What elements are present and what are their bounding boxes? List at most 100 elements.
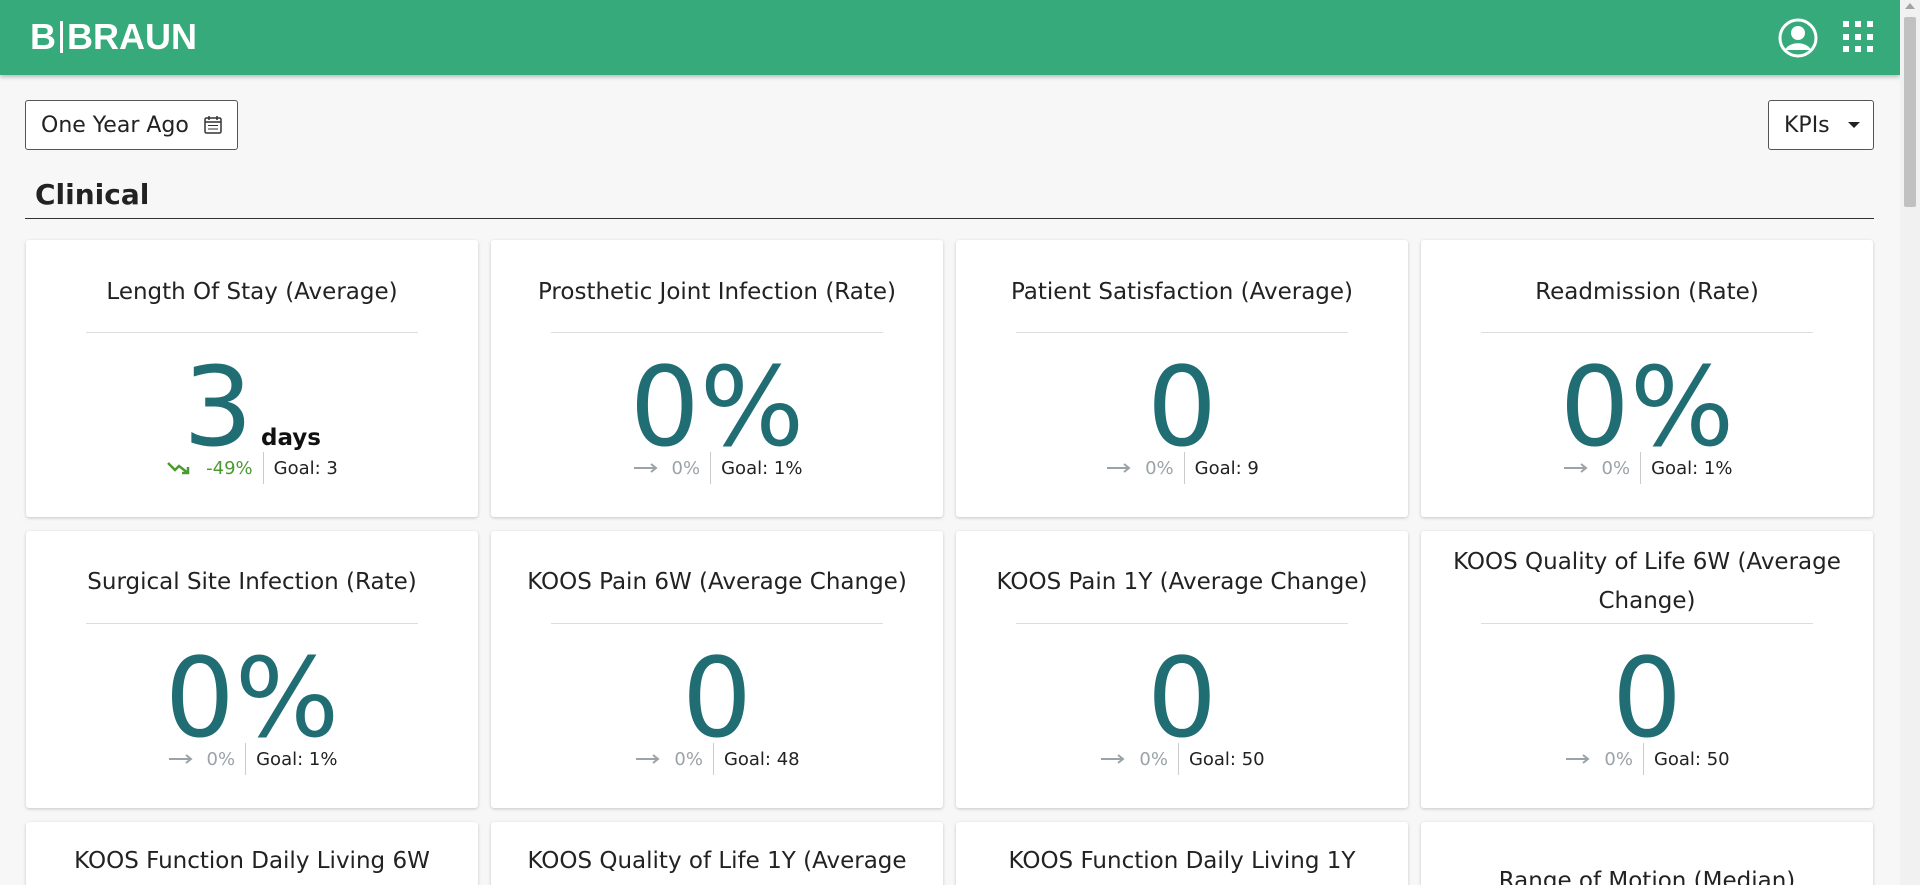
kpi-trend-percent: 0%: [1145, 457, 1174, 479]
kpi-footer: -49% Goal: 3: [26, 452, 478, 484]
kpi-card-surgical-site-infection[interactable]: Surgical Site Infection (Rate) 0% 0% Goa…: [26, 531, 478, 808]
caret-down-icon: [1847, 122, 1860, 128]
kpi-goal: Goal: 9: [1183, 452, 1259, 484]
kpi-goal: Goal: 1%: [710, 452, 802, 484]
kpi-trend: 0%: [1099, 749, 1178, 770]
kpi-card-readmission[interactable]: Readmission (Rate) 0% 0% Goal: 1%: [1421, 240, 1873, 517]
kpi-value: 0: [682, 634, 752, 762]
kpi-footer: 0% Goal: 9: [956, 452, 1408, 484]
logo-letter-b: B: [30, 16, 56, 57]
kpi-card-title: Patient Satisfaction (Average): [1010, 279, 1354, 305]
kpi-trend: 0%: [1564, 749, 1643, 770]
kpi-trend-percent: 0%: [1604, 748, 1633, 770]
kpi-value: 0%: [629, 343, 805, 471]
section-title: Clinical: [35, 178, 150, 211]
kpi-view-select[interactable]: KPIs: [1768, 100, 1874, 150]
apps-grid-icon[interactable]: [1842, 20, 1876, 54]
kpi-card-title: Readmission (Rate): [1535, 279, 1759, 305]
kpi-goal: Goal: 50: [1177, 743, 1265, 775]
kpi-value: 0: [1612, 634, 1682, 762]
kpi-goal: Goal: 50: [1642, 743, 1730, 775]
kpi-footer: 0% Goal: 50: [1421, 743, 1873, 775]
kpi-value: 0%: [164, 634, 340, 762]
kpi-footer: 0% Goal: 1%: [1421, 452, 1873, 484]
kpi-trend: 0%: [634, 749, 713, 770]
kpi-card-title: Surgical Site Infection (Rate): [87, 569, 417, 595]
scroll-up-arrow-icon[interactable]: [1905, 3, 1915, 9]
kpi-trend-percent: 0%: [1601, 457, 1631, 479]
kpi-card-title-line: KOOS Quality of Life 6W (Average: [1453, 549, 1841, 575]
card-divider: [86, 623, 418, 624]
card-divider: [551, 332, 883, 333]
scrollbar-thumb[interactable]: [1904, 17, 1916, 207]
kpi-goal: Goal: 3: [262, 452, 338, 484]
date-range-button[interactable]: One Year Ago: [25, 100, 238, 150]
kpi-card-title: Range of Motion (Median): [1498, 868, 1796, 885]
kpi-card-range-of-motion[interactable]: Range of Motion (Median): [1421, 822, 1873, 885]
kpi-value: 0%: [1559, 343, 1735, 471]
arrow-right-icon: [1566, 754, 1590, 764]
kpi-card-title: KOOS Quality of Life 6W (Average Change): [1441, 543, 1853, 621]
arrow-right-icon: [1101, 754, 1125, 764]
logo-divider: [60, 21, 63, 53]
arrow-right-icon: [636, 754, 660, 764]
kpi-goal: Goal: 1%: [1640, 452, 1732, 484]
section-divider: [25, 218, 1874, 219]
user-account-icon[interactable]: [1777, 17, 1819, 59]
kpi-footer: 0% Goal: 50: [956, 743, 1408, 775]
kpi-trend: 0%: [1562, 458, 1641, 479]
card-divider: [551, 623, 883, 624]
kpi-card-title: KOOS Pain 6W (Average Change): [527, 569, 907, 595]
kpi-trend: -49%: [166, 458, 263, 479]
kpi-value: 3 days: [183, 343, 321, 471]
card-divider: [86, 332, 418, 333]
card-divider: [1481, 623, 1813, 624]
kpi-value: 0: [1147, 634, 1217, 762]
kpi-card-koos-pain-6w[interactable]: KOOS Pain 6W (Average Change) 0 0% Goal:…: [491, 531, 943, 808]
kpi-footer: 0% Goal: 48: [491, 743, 943, 775]
kpi-card-title: KOOS Function Daily Living 1Y: [1008, 848, 1356, 874]
page-scrollbar[interactable]: [1900, 0, 1920, 885]
kpi-card-koos-function-daily-living-1y[interactable]: KOOS Function Daily Living 1Y: [956, 822, 1408, 885]
kpi-card-title: Length Of Stay (Average): [106, 279, 398, 305]
kpi-card-koos-pain-1y[interactable]: KOOS Pain 1Y (Average Change) 0 0% Goal:…: [956, 531, 1408, 808]
kpi-trend-percent: 0%: [206, 748, 236, 770]
calendar-icon: [204, 116, 222, 134]
kpi-card-koos-function-daily-living-6w[interactable]: KOOS Function Daily Living 6W: [26, 822, 478, 885]
kpi-value: 0: [1147, 343, 1217, 471]
logo-wordmark: BRAUN: [67, 16, 197, 57]
kpi-trend-percent: 0%: [674, 748, 703, 770]
kpi-footer: 0% Goal: 1%: [491, 452, 943, 484]
kpi-view-label: KPIs: [1784, 112, 1830, 138]
kpi-goal: Goal: 48: [712, 743, 800, 775]
card-divider: [1481, 332, 1813, 333]
arrow-right-icon: [1563, 463, 1588, 473]
kpi-trend: 0%: [167, 749, 246, 770]
arrow-right-icon: [633, 463, 658, 473]
kpi-trend-percent: -49%: [206, 457, 253, 479]
date-range-label: One Year Ago: [41, 112, 189, 138]
top-app-bar: B BRAUN: [0, 0, 1900, 75]
arrow-right-icon: [1107, 463, 1131, 473]
kpi-goal: Goal: 1%: [245, 743, 337, 775]
kpi-card-length-of-stay[interactable]: Length Of Stay (Average) 3 days -49% Goal…: [26, 240, 478, 517]
arrow-right-icon: [168, 754, 193, 764]
kpi-trend-percent: 0%: [671, 457, 701, 479]
card-divider: [1016, 623, 1348, 624]
kpi-card-koos-quality-of-life-6w[interactable]: KOOS Quality of Life 6W (Average Change)…: [1421, 531, 1873, 808]
kpi-trend: 0%: [1105, 458, 1184, 479]
kpi-trend: 0%: [632, 458, 711, 479]
kpi-card-koos-quality-of-life-1y[interactable]: KOOS Quality of Life 1Y (Average: [491, 822, 943, 885]
kpi-card-title: KOOS Pain 1Y (Average Change): [996, 569, 1368, 595]
kpi-trend-percent: 0%: [1139, 748, 1168, 770]
kpi-unit: days: [261, 425, 321, 451]
kpi-card-title: KOOS Quality of Life 1Y (Average: [527, 848, 907, 874]
trend-down-icon: [167, 462, 190, 475]
bbraun-logo[interactable]: B BRAUN: [30, 16, 197, 57]
kpi-card-prosthetic-joint-infection[interactable]: Prosthetic Joint Infection (Rate) 0% 0% …: [491, 240, 943, 517]
kpi-card-patient-satisfaction[interactable]: Patient Satisfaction (Average) 0 0% Goal…: [956, 240, 1408, 517]
card-divider: [1016, 332, 1348, 333]
kpi-footer: 0% Goal: 1%: [26, 743, 478, 775]
kpi-card-title-line: Change): [1598, 588, 1696, 614]
kpi-card-title: KOOS Function Daily Living 6W: [74, 848, 430, 874]
